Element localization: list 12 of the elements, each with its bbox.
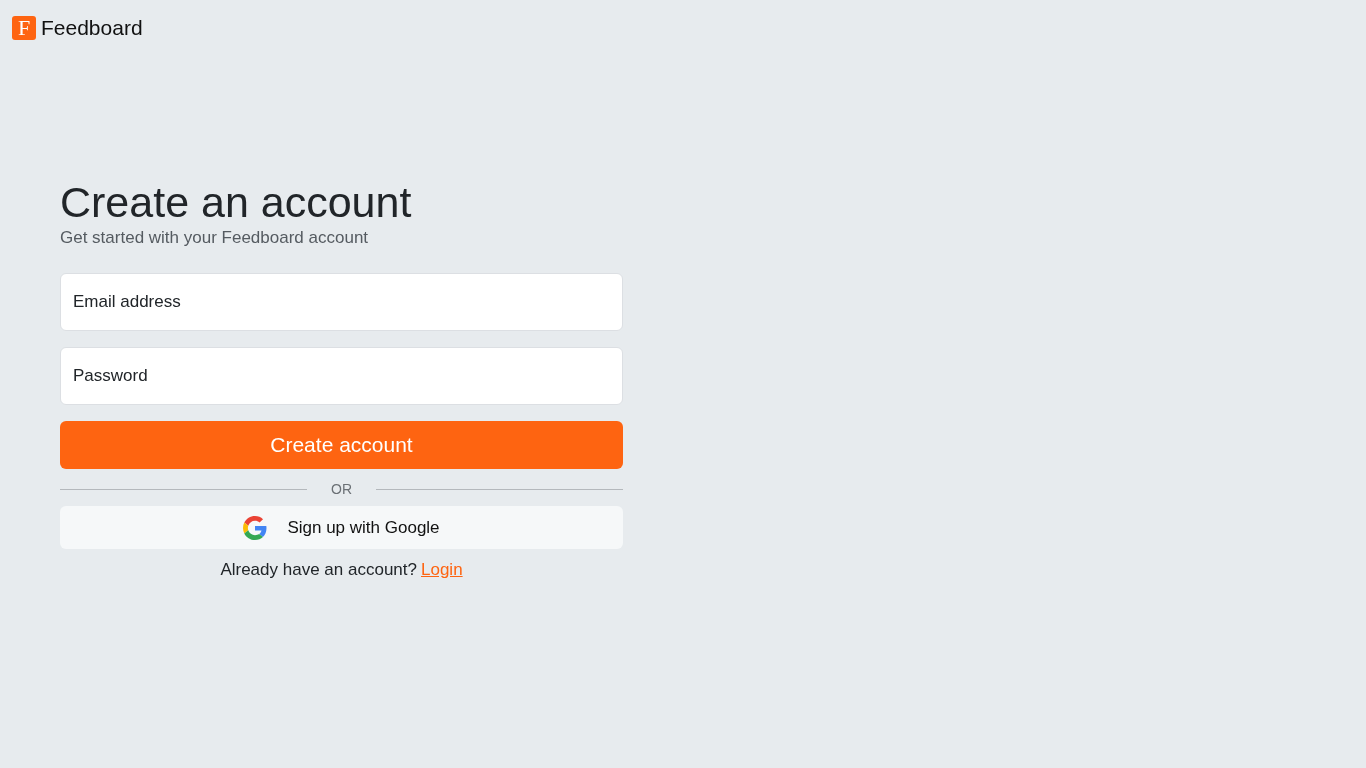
email-field[interactable]: Email address bbox=[60, 273, 623, 331]
google-signup-button[interactable]: Sign up with Google bbox=[60, 506, 623, 549]
brand-name: Feedboard bbox=[41, 16, 143, 40]
logo-icon: F bbox=[12, 16, 36, 40]
password-field[interactable]: Password bbox=[60, 347, 623, 405]
create-account-button[interactable]: Create account bbox=[60, 421, 623, 469]
page-title: Create an account bbox=[60, 178, 412, 226]
divider-label: OR bbox=[330, 479, 353, 499]
google-g-icon bbox=[243, 515, 268, 540]
login-prompt: Already have an account? bbox=[220, 559, 417, 581]
login-link[interactable]: Login bbox=[421, 558, 463, 582]
page-subtitle: Get started with your Feedboard account bbox=[60, 227, 369, 249]
